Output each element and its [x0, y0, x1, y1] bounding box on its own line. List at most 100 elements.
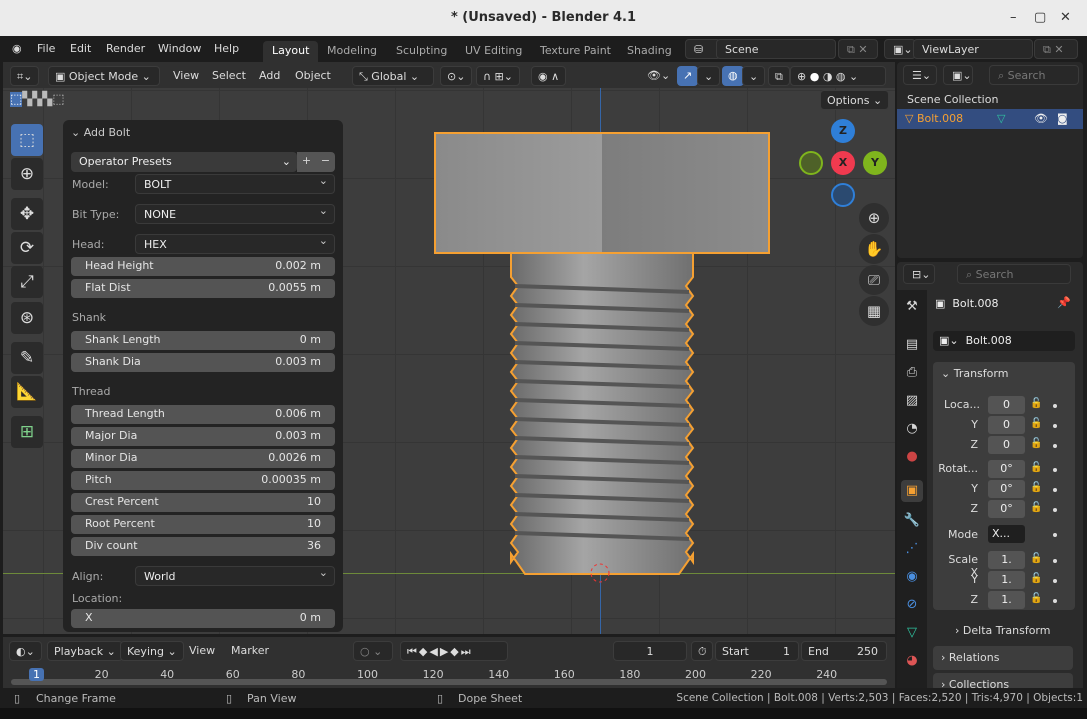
thread-field-pitch[interactable]: Pitch 0.00035 m	[71, 471, 335, 490]
thread-field-div-count[interactable]: Div count 36	[71, 537, 335, 556]
delta-transform-header[interactable]: › Delta Transform	[955, 624, 1050, 637]
pan-hand-icon[interactable]: ✋	[859, 234, 889, 264]
proportional-edit-icon[interactable]: ◉ ∧	[531, 66, 567, 86]
close-button[interactable]: ✕	[1060, 10, 1071, 25]
timeline-editor-icon[interactable]: ◐⌄	[9, 641, 42, 661]
output-tab-icon[interactable]: ⎙	[901, 362, 923, 384]
rotation-mode-dropdown[interactable]: X...	[988, 525, 1025, 543]
lock-icon[interactable]: 🔓	[1030, 418, 1042, 429]
menu-help[interactable]: Help	[214, 42, 239, 55]
thread-field-crest-percent[interactable]: Crest Percent 10	[71, 493, 335, 512]
shank-dia-field[interactable]: Shank Dia 0.003 m	[71, 353, 335, 372]
tab-sculpting[interactable]: Sculpting	[387, 41, 456, 62]
viewlayer-selector-icon[interactable]: ▣⌄	[884, 39, 916, 59]
location-field[interactable]: 0	[988, 416, 1025, 434]
model-dropdown[interactable]: BOLT	[135, 174, 335, 194]
thread-field-minor-dia[interactable]: Minor Dia 0.0026 m	[71, 449, 335, 468]
add-preset-button[interactable]: +	[297, 152, 316, 172]
gizmo-dropdown-icon[interactable]: ⌄	[697, 66, 721, 86]
overlay-toggle-icon[interactable]: ◍	[722, 66, 744, 86]
scene-new-icon[interactable]: ⧉ ✕	[838, 39, 878, 59]
view-menu[interactable]: View	[183, 641, 221, 661]
rotation-field[interactable]: 0°	[988, 480, 1025, 498]
keyframe-dot[interactable]	[1053, 559, 1057, 563]
panel-header[interactable]: ⌄ Add Bolt	[71, 126, 130, 139]
keyframe-dot[interactable]	[1053, 404, 1057, 408]
lock-icon[interactable]: 🔓	[1030, 398, 1042, 409]
thread-field-thread-length[interactable]: Thread Length 0.006 m	[71, 405, 335, 424]
menu-view[interactable]: View	[167, 66, 205, 86]
filter-icon[interactable]: ▣⌄	[943, 65, 973, 85]
properties-search[interactable]: ⌕ Search	[957, 264, 1071, 284]
select-box-icon[interactable]: ⬚	[11, 124, 43, 156]
editor-type-icon[interactable]: ⌗⌄	[10, 66, 40, 86]
keyframe-dot[interactable]	[1053, 533, 1057, 537]
scale-field[interactable]: 1.	[988, 551, 1025, 569]
menu-file[interactable]: File	[37, 42, 55, 55]
location-x-field[interactable]: X 0 m	[71, 609, 335, 628]
keyframe-dot[interactable]	[1053, 508, 1057, 512]
bit-type-dropdown[interactable]: NONE	[135, 204, 335, 224]
camera-view-icon[interactable]: ⎚	[859, 265, 889, 295]
display-mode-icon[interactable]: ☰⌄	[903, 65, 937, 85]
thread-field-root-percent[interactable]: Root Percent 10	[71, 515, 335, 534]
render-tab-icon[interactable]: ▤	[901, 334, 923, 356]
material-tab-icon[interactable]: ◕	[901, 650, 923, 672]
orientation-dropdown[interactable]: ⤡ Global ⌄	[352, 66, 434, 86]
modifier-tab-icon[interactable]: 🔧	[901, 510, 923, 532]
options-dropdown[interactable]: Options ⌄	[820, 90, 890, 110]
object-tab-icon[interactable]: ▣	[901, 480, 923, 502]
cursor-icon[interactable]: ⊕	[11, 158, 43, 190]
menu-object[interactable]: Object	[289, 66, 337, 86]
lock-icon[interactable]: 🔓	[1030, 462, 1042, 473]
minimize-button[interactable]: –	[1010, 10, 1017, 25]
remove-preset-button[interactable]: −	[316, 152, 335, 172]
location-field[interactable]: 0	[988, 396, 1025, 414]
snap-icon[interactable]: ∩ ⊞⌄	[476, 66, 520, 86]
pin-icon[interactable]: 📌	[1057, 296, 1071, 309]
scene-tab-icon[interactable]: ◔	[901, 418, 923, 440]
auto-keying-icon[interactable]: ○ ⌄	[353, 641, 393, 661]
scale-icon[interactable]: ⤢	[11, 266, 43, 298]
annotate-icon[interactable]: ✎	[11, 342, 43, 374]
measure-icon[interactable]: 📐	[11, 376, 43, 408]
physics-tab-icon[interactable]: ◉	[901, 566, 923, 588]
thread-field-major-dia[interactable]: Major Dia 0.003 m	[71, 427, 335, 446]
gizmo-neg-z[interactable]	[831, 183, 855, 207]
viewlayer-field[interactable]: ViewLayer	[913, 39, 1033, 59]
rotate-icon[interactable]: ⟳	[11, 232, 43, 264]
transform-header[interactable]: ⌄ Transform	[933, 362, 1075, 385]
shank-length-field[interactable]: Shank Length 0 m	[71, 331, 335, 350]
mesh-data-icon[interactable]: ▽	[997, 112, 1005, 125]
end-frame-field[interactable]: End 250	[801, 641, 887, 661]
lock-icon[interactable]: 🔓	[1030, 502, 1042, 513]
gizmo-neg-y[interactable]	[799, 151, 823, 175]
eye-icon[interactable]: 👁	[1034, 112, 1048, 125]
data-tab-icon[interactable]: ▽	[901, 622, 923, 644]
gizmo-z[interactable]: Z	[831, 119, 855, 143]
lock-icon[interactable]: 🔓	[1030, 573, 1042, 584]
visibility-icon[interactable]: 👁⌄	[641, 66, 676, 86]
lock-icon[interactable]: 🔓	[1030, 438, 1042, 449]
lock-icon[interactable]: 🔓	[1030, 593, 1042, 604]
keyframe-dot[interactable]	[1053, 599, 1057, 603]
start-frame-field[interactable]: Start 1	[715, 641, 799, 661]
object-name-field[interactable]: ▣⌄ Bolt.008	[933, 331, 1075, 351]
align-dropdown[interactable]: World	[135, 566, 335, 586]
world-tab-icon[interactable]: ●	[901, 446, 923, 468]
marker-menu[interactable]: Marker	[225, 641, 275, 661]
tool-tab-icon[interactable]: ⚒	[901, 296, 923, 318]
outliner-search[interactable]: ⌕ Search	[989, 65, 1079, 85]
gizmo-x[interactable]: X	[831, 151, 855, 175]
location-field[interactable]: 0	[988, 436, 1025, 454]
scale-field[interactable]: 1.	[988, 591, 1025, 609]
camera-icon[interactable]: ◙	[1057, 112, 1068, 125]
head-dropdown[interactable]: HEX	[135, 234, 335, 254]
scale-field[interactable]: 1.	[988, 571, 1025, 589]
zoom-icon[interactable]: ⊕	[859, 203, 889, 233]
tab-texture-paint[interactable]: Texture Paint	[531, 41, 620, 62]
move-icon[interactable]: ✥	[11, 198, 43, 230]
mode-dropdown[interactable]: ▣ Object Mode ⌄	[48, 66, 160, 86]
transform-icon[interactable]: ⊛	[11, 302, 43, 334]
playback-controls[interactable]: ⏮◆◀▶◆⏭	[400, 641, 508, 661]
